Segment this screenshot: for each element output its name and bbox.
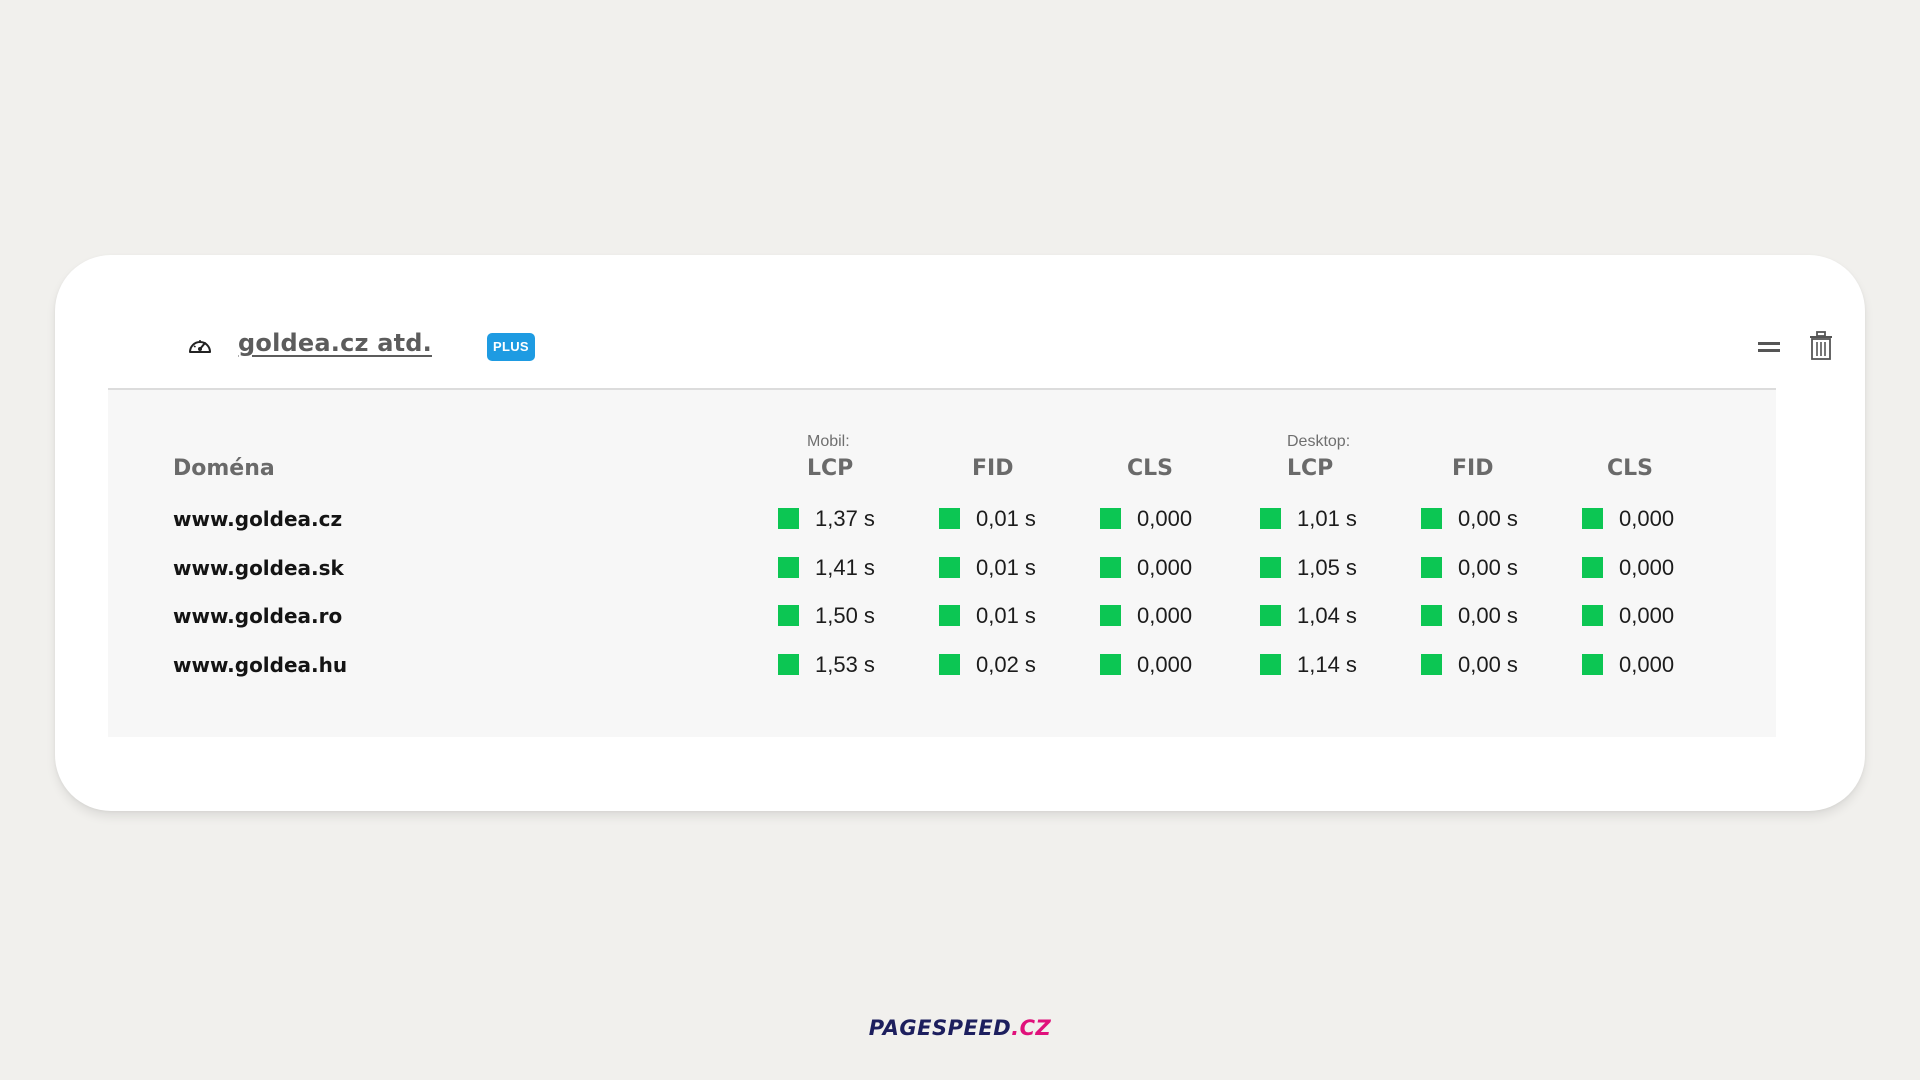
status-indicator <box>778 556 799 578</box>
status-indicator <box>1100 653 1121 675</box>
card-header: goldea.cz atd. PLUS <box>133 325 1833 369</box>
status-indicator <box>939 653 960 675</box>
row-domain: www.goldea.sk <box>173 555 344 580</box>
status-indicator <box>1100 508 1121 529</box>
metric-value: 0,000 <box>1619 506 1675 531</box>
status-indicator <box>1421 653 1442 675</box>
status-indicator <box>1260 605 1281 627</box>
status-indicator <box>1100 605 1121 627</box>
status-indicator <box>1582 508 1603 529</box>
desktop-fid-header: FID <box>1452 456 1494 481</box>
metric-value: 0,000 <box>1137 554 1193 580</box>
status-indicator <box>939 605 960 627</box>
status-indicator <box>1260 556 1281 578</box>
metric-value: 0,01 s <box>976 554 1036 580</box>
gauge-icon <box>189 340 211 353</box>
status-indicator <box>1582 556 1603 578</box>
desktop-cls-header: CLS <box>1607 456 1654 481</box>
mobile-fid-header: FID <box>972 456 1014 481</box>
metric-value: 1,05 s <box>1297 554 1357 580</box>
metric-value: 0,00 s <box>1458 603 1518 629</box>
metric-value: 0,000 <box>1619 651 1675 677</box>
metric-value: 1,50 s <box>815 603 875 629</box>
status-indicator <box>939 556 960 578</box>
drag-handle-icon[interactable] <box>1757 337 1781 357</box>
status-indicator <box>1260 508 1281 529</box>
row-domain: www.goldea.ro <box>173 604 343 629</box>
metric-value: 1,04 s <box>1297 603 1357 629</box>
status-indicator <box>1421 508 1442 529</box>
status-indicator <box>778 605 799 627</box>
metric-value: 0,01 s <box>976 603 1036 629</box>
metric-value: 0,00 s <box>1458 506 1518 531</box>
metrics-table: Mobil: Desktop: Doména LCP FID CLS LCP F… <box>108 390 1776 737</box>
metric-value: 1,53 s <box>815 651 875 677</box>
status-indicator <box>1100 556 1121 578</box>
desktop-lcp-header: LCP <box>1287 456 1334 481</box>
status-indicator <box>778 653 799 675</box>
status-indicator <box>1421 605 1442 627</box>
status-indicator <box>1582 653 1603 675</box>
metric-value: 0,000 <box>1137 651 1193 677</box>
metric-value: 0,02 s <box>976 651 1036 677</box>
mobile-cls-header: CLS <box>1127 456 1174 481</box>
status-indicator <box>778 508 799 529</box>
metric-value: 1,01 s <box>1297 506 1357 531</box>
trash-icon[interactable] <box>1808 331 1834 361</box>
metric-value: 0,000 <box>1619 603 1675 629</box>
metric-value: 0,00 s <box>1458 651 1518 677</box>
metric-value: 0,000 <box>1619 554 1675 580</box>
report-card: goldea.cz atd. PLUS Mobil: Desktop: Domé… <box>55 255 1865 811</box>
mobile-lcp-header: LCP <box>807 456 854 481</box>
status-indicator <box>1582 605 1603 627</box>
status-indicator <box>1260 653 1281 675</box>
metric-value: 1,41 s <box>815 554 875 580</box>
metric-value: 0,000 <box>1137 603 1193 629</box>
metric-value: 0,01 s <box>976 506 1036 531</box>
row-domain: www.goldea.cz <box>173 507 343 531</box>
status-indicator <box>1421 556 1442 578</box>
metric-value: 0,00 s <box>1458 554 1518 580</box>
desktop-group-label: Desktop: <box>1287 433 1351 450</box>
domain-column-header: Doména <box>173 456 275 481</box>
plus-badge: PLUS <box>487 333 535 361</box>
row-domain: www.goldea.hu <box>173 652 348 677</box>
metric-value: 1,37 s <box>815 506 875 531</box>
card-title-link[interactable]: goldea.cz atd. <box>238 329 432 357</box>
status-indicator <box>939 508 960 529</box>
mobile-group-label: Mobil: <box>807 433 850 450</box>
metric-value: 1,14 s <box>1297 651 1357 677</box>
metric-value: 0,000 <box>1137 506 1193 531</box>
pagespeed-logo: PAGESPEED.CZ <box>868 1016 1052 1040</box>
